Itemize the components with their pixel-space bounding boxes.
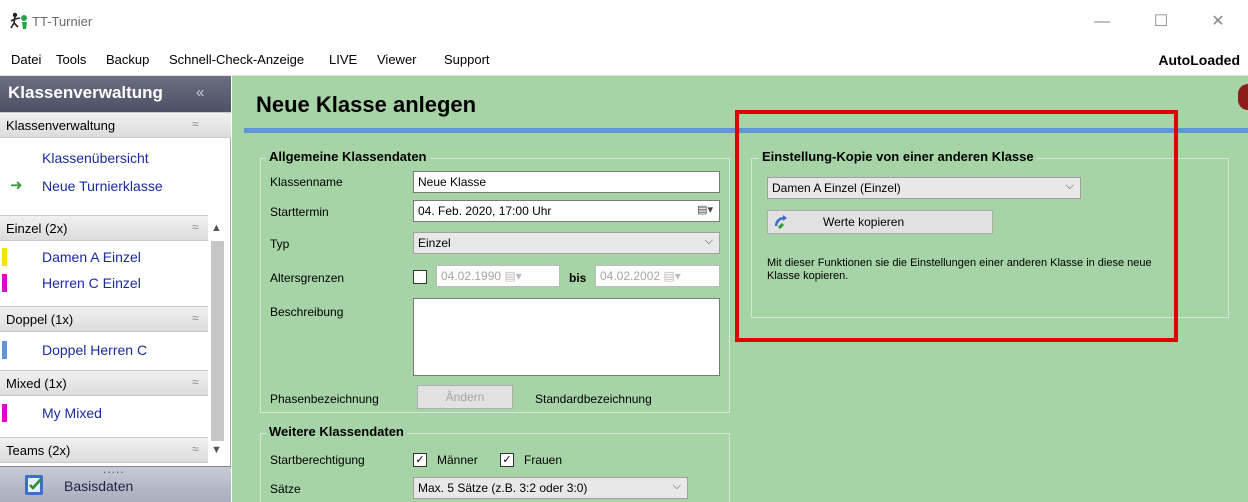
- group-einzel[interactable]: Einzel (2x) ≈: [0, 215, 208, 241]
- age-to-label: bis: [569, 271, 587, 285]
- group-label: Mixed (1x): [6, 376, 67, 391]
- app-logo-icon: [10, 12, 27, 29]
- group-doppel[interactable]: Doppel (1x) ≈: [0, 306, 208, 332]
- title-bar: TT-Turnier — ☐ ✕: [0, 0, 1248, 44]
- minimize-button[interactable]: —: [1087, 10, 1117, 34]
- age-from-value: 04.02.1990: [441, 269, 502, 283]
- sets-value: Max. 5 Sätze (z.B. 3:2 oder 3:0): [418, 481, 588, 495]
- start-date-label: Starttermin: [270, 205, 329, 219]
- calendar-dropdown-icon[interactable]: ▤▾: [504, 269, 521, 283]
- sidebar-title: Klassenverwaltung: [8, 83, 163, 102]
- type-select[interactable]: Einzel ⌵: [413, 232, 720, 254]
- collapse-group-icon[interactable]: ≈: [192, 375, 199, 389]
- group-label: Doppel (1x): [6, 312, 74, 327]
- collapse-sidebar-icon[interactable]: «: [196, 84, 204, 101]
- main-panel: Neue Klasse anlegen Allgemeine Klassenda…: [232, 76, 1248, 502]
- sidebar-item-damen-a-einzel[interactable]: Damen A Einzel: [42, 249, 141, 265]
- class-name-input[interactable]: Neue Klasse: [413, 171, 720, 193]
- class-color-bar: [2, 404, 7, 422]
- type-label: Typ: [270, 237, 290, 251]
- calendar-dropdown-icon[interactable]: ▤▾: [663, 269, 680, 283]
- group-label: Klassenverwaltung: [6, 118, 116, 133]
- highlight-box: [735, 110, 1178, 342]
- age-limits-label: Altersgrenzen: [270, 271, 345, 285]
- clipboard-check-icon: [25, 475, 43, 495]
- menu-tools[interactable]: Tools: [56, 52, 86, 67]
- collapse-group-icon[interactable]: ≈: [192, 442, 199, 456]
- women-checkbox[interactable]: ✓: [500, 453, 514, 467]
- men-checkbox[interactable]: ✓: [413, 453, 427, 467]
- men-label: Männer: [437, 453, 478, 467]
- class-name-label: Klassenname: [270, 175, 343, 189]
- sidebar-item-my-mixed[interactable]: My Mixed: [42, 405, 102, 421]
- chevron-down-icon: ⌵: [704, 235, 713, 247]
- splitter-grip[interactable]: .....: [103, 462, 125, 476]
- change-phase-button[interactable]: Ändern: [417, 385, 513, 409]
- menu-support[interactable]: Support: [444, 52, 490, 67]
- basisdaten-button[interactable]: ..... Basisdaten: [0, 462, 231, 502]
- general-data-legend: Allgemeine Klassendaten: [266, 149, 430, 164]
- sidebar-header: Klassenverwaltung «: [0, 76, 231, 112]
- age-from-picker[interactable]: 04.02.1990 ▤▾: [436, 265, 560, 287]
- arrow-right-icon: ➜: [10, 177, 23, 194]
- group-label: Teams (2x): [6, 443, 71, 458]
- age-to-value: 04.02.2002: [600, 269, 661, 283]
- group-label: Einzel (2x): [6, 221, 68, 236]
- class-color-bar: [2, 341, 7, 359]
- collapse-group-icon[interactable]: ≈: [192, 117, 199, 131]
- sidebar-item-herren-c-einzel[interactable]: Herren C Einzel: [42, 275, 141, 291]
- start-date-picker[interactable]: 04. Feb. 2020, 17:00 Uhr ▤▾: [413, 200, 720, 222]
- basisdaten-label: Basisdaten: [64, 478, 134, 494]
- sets-select[interactable]: Max. 5 Sätze (z.B. 3:2 oder 3:0) ⌵: [413, 477, 688, 499]
- maximize-button[interactable]: ☐: [1146, 10, 1176, 34]
- scrollbar-thumb[interactable]: [211, 241, 224, 441]
- page-title: Neue Klasse anlegen: [256, 92, 477, 117]
- panel-tab-handle[interactable]: [1238, 84, 1248, 110]
- group-mixed[interactable]: Mixed (1x) ≈: [0, 370, 208, 396]
- sidebar-item-neue-turnierklasse[interactable]: Neue Turnierklasse: [42, 178, 163, 194]
- group-klassenverwaltung[interactable]: Klassenverwaltung ≈: [0, 112, 231, 138]
- collapse-group-icon[interactable]: ≈: [192, 220, 199, 234]
- sidebar: Klassenverwaltung « Klassenverwaltung ≈ …: [0, 76, 231, 502]
- age-to-picker[interactable]: 04.02.2002 ▤▾: [595, 265, 720, 287]
- chevron-down-icon: ⌵: [672, 480, 681, 492]
- sets-label: Sätze: [270, 482, 301, 496]
- scroll-down-icon[interactable]: ▼: [211, 444, 222, 456]
- menu-datei[interactable]: Datei: [11, 52, 41, 67]
- close-button[interactable]: ✕: [1203, 10, 1233, 34]
- autoloaded-label: AutoLoaded: [1158, 52, 1240, 68]
- phase-value: Standardbezeichnung: [535, 392, 652, 406]
- type-value: Einzel: [418, 236, 451, 250]
- class-color-bar: [2, 248, 7, 266]
- phase-label: Phasenbezeichnung: [270, 392, 379, 406]
- description-label: Beschreibung: [270, 305, 344, 319]
- eligibility-label: Startberechtigung: [270, 453, 365, 467]
- scroll-up-icon[interactable]: ▲: [211, 222, 222, 234]
- menu-backup[interactable]: Backup: [106, 52, 149, 67]
- further-data-legend: Weitere Klassendaten: [266, 424, 407, 439]
- age-limits-checkbox[interactable]: [413, 270, 427, 284]
- sidebar-item-klassenuebersicht[interactable]: Klassenübersicht: [42, 150, 149, 166]
- description-textarea[interactable]: [413, 298, 720, 376]
- collapse-group-icon[interactable]: ≈: [192, 311, 199, 325]
- class-color-bar: [2, 274, 7, 292]
- start-date-value: 04. Feb. 2020, 17:00 Uhr: [418, 204, 552, 218]
- calendar-dropdown-icon[interactable]: ▤▾: [697, 203, 713, 216]
- women-label: Frauen: [524, 453, 563, 467]
- menu-schnell-check[interactable]: Schnell-Check-Anzeige: [169, 52, 304, 67]
- menu-bar: Datei Tools Backup Schnell-Check-Anzeige…: [0, 44, 1248, 76]
- menu-viewer[interactable]: Viewer: [377, 52, 417, 67]
- group-teams[interactable]: Teams (2x) ≈: [0, 437, 208, 463]
- window-title: TT-Turnier: [32, 14, 93, 29]
- sidebar-item-doppel-herren-c[interactable]: Doppel Herren C: [42, 342, 147, 358]
- menu-live[interactable]: LIVE: [329, 52, 357, 67]
